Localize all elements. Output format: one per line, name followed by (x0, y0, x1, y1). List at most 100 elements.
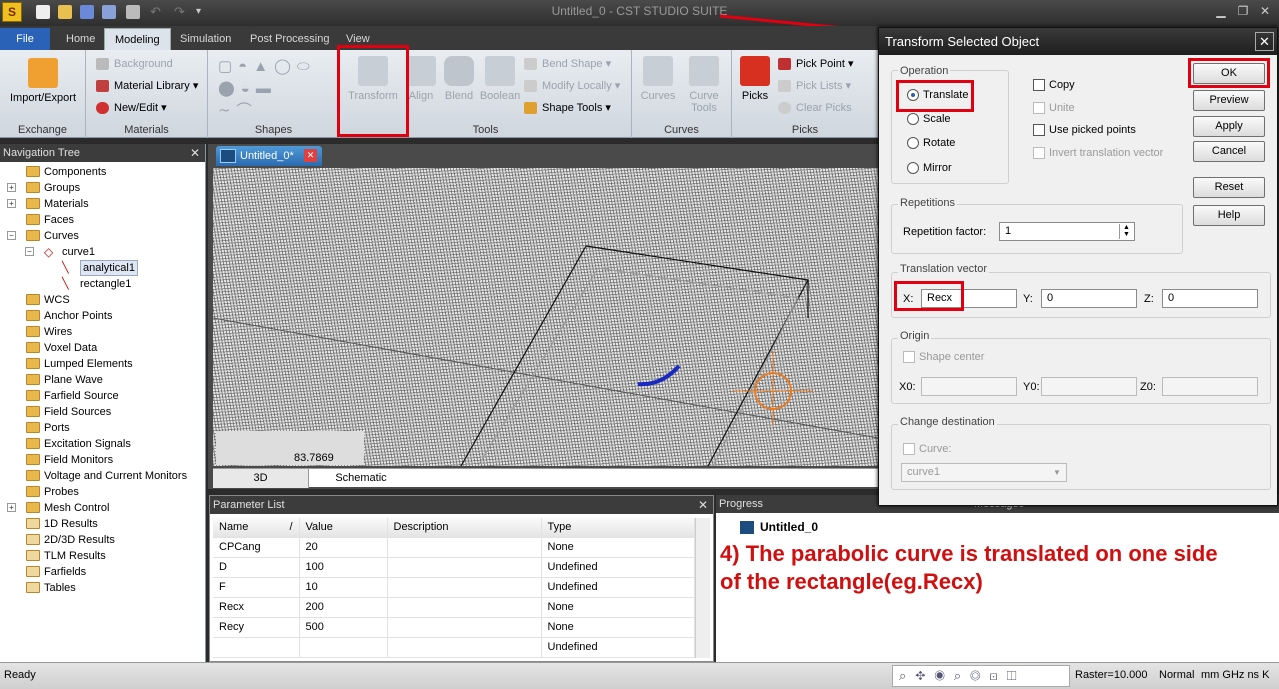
preview-button[interactable]: Preview (1193, 90, 1265, 111)
close-panel-icon[interactable]: ✕ (190, 144, 200, 162)
document-tab[interactable]: Untitled_0* ✕ (216, 146, 322, 166)
param-description[interactable] (387, 637, 542, 658)
import-export-button[interactable]: Import/Export (6, 58, 80, 104)
tab-modeling[interactable]: Modeling (104, 28, 171, 50)
copy-checkbox[interactable] (1033, 79, 1045, 91)
param-type[interactable]: Undefined (541, 557, 695, 578)
curve-tools-button[interactable]: Curve Tools (682, 56, 726, 114)
param-type[interactable]: Undefined (541, 637, 695, 658)
param-name[interactable]: Recy (213, 617, 300, 638)
z-input[interactable]: 0 (1162, 289, 1258, 308)
tab-simulation[interactable]: Simulation (170, 28, 241, 50)
document-icon (220, 149, 236, 163)
table-row[interactable]: F 10 Undefined (213, 577, 695, 598)
param-name[interactable]: Recx (213, 597, 300, 618)
col-name[interactable]: Name / (213, 518, 300, 538)
y-input[interactable]: 0 (1041, 289, 1137, 308)
annotation-text: 4) The parabolic curve is translated on … (720, 541, 1218, 594)
collapse-icon[interactable]: − (7, 231, 16, 240)
radio-mirror[interactable] (907, 162, 919, 174)
tab-post-processing[interactable]: Post Processing (240, 28, 339, 50)
shape-center-checkbox[interactable] (903, 351, 915, 363)
param-value[interactable] (299, 637, 388, 658)
collapse-icon[interactable]: − (25, 247, 34, 256)
param-description[interactable] (387, 557, 542, 578)
expand-icon[interactable]: + (7, 503, 16, 512)
spinner-icon[interactable]: ▲ ▼ (1119, 224, 1133, 239)
param-value[interactable]: 20 (299, 537, 388, 558)
param-value[interactable]: 200 (299, 597, 388, 618)
param-type[interactable]: None (541, 537, 695, 558)
shape-tools-button[interactable]: Shape Tools ▾ (524, 98, 611, 118)
invert-translation-checkbox[interactable] (1033, 147, 1045, 159)
param-type[interactable]: None (541, 597, 695, 618)
modify-locally-button[interactable]: Modify Locally ▾ (524, 76, 620, 96)
use-picked-points-checkbox[interactable] (1033, 124, 1045, 136)
tab-3d[interactable]: 3D (213, 469, 309, 488)
align-button[interactable]: Align (404, 56, 438, 102)
chevron-down-icon[interactable]: ▼ (1050, 465, 1064, 480)
param-name[interactable]: F (213, 577, 300, 598)
pick-lists-button[interactable]: Pick Lists ▾ (778, 76, 851, 96)
close-tab-icon[interactable]: ✕ (304, 149, 317, 162)
param-type[interactable]: Undefined (541, 577, 695, 598)
apply-button[interactable]: Apply (1193, 116, 1265, 137)
tab-schematic[interactable]: Schematic (313, 469, 409, 488)
cancel-button[interactable]: Cancel (1193, 141, 1265, 162)
maximize-icon[interactable]: ❐ (1234, 4, 1252, 20)
col-description[interactable]: Description (387, 518, 542, 538)
table-row[interactable]: Recy 500 None (213, 617, 695, 638)
bend-shape-button[interactable]: Bend Shape ▾ (524, 54, 611, 74)
param-name[interactable] (213, 637, 300, 658)
param-value[interactable]: 10 (299, 577, 388, 598)
background-button[interactable]: Background (96, 54, 173, 74)
view-tools-icons[interactable]: ⌕✥◉⌕◎⊡◫ (892, 665, 1070, 687)
curve-select[interactable]: curve1 (901, 463, 1067, 482)
x0-input[interactable] (921, 377, 1017, 396)
param-description[interactable] (387, 617, 542, 638)
param-scrollbar[interactable] (695, 518, 710, 658)
col-type[interactable]: Type (541, 518, 695, 538)
pick-point-button[interactable]: Pick Point ▾ (778, 54, 854, 74)
boolean-button[interactable]: Boolean (478, 56, 522, 102)
curve-checkbox[interactable] (903, 443, 915, 455)
3d-viewport[interactable] (213, 168, 878, 466)
col-value[interactable]: Value (299, 518, 388, 538)
param-description[interactable] (387, 577, 542, 598)
tree-item-label: Field Sources (44, 406, 112, 418)
shape-primitives-icons[interactable]: ▢◓▲◯⬭ ⬤◒▬ ∼⌒ (218, 56, 330, 119)
repetition-factor-input[interactable]: 1 (999, 222, 1135, 241)
tab-home[interactable]: Home (56, 28, 105, 50)
expand-icon[interactable]: + (7, 199, 16, 208)
close-panel-icon[interactable]: ✕ (698, 496, 708, 514)
unite-checkbox[interactable] (1033, 102, 1045, 114)
table-row[interactable]: Recx 200 None (213, 597, 695, 618)
tab-file[interactable]: File (0, 28, 50, 50)
param-type[interactable]: None (541, 617, 695, 638)
param-value[interactable]: 500 (299, 617, 388, 638)
new-edit-button[interactable]: New/Edit ▾ (96, 98, 167, 118)
material-library-button[interactable]: Material Library ▾ (96, 76, 198, 96)
close-window-icon[interactable]: ✕ (1256, 4, 1274, 20)
param-description[interactable] (387, 537, 542, 558)
radio-rotate[interactable] (907, 137, 919, 149)
y0-input[interactable] (1041, 377, 1137, 396)
z0-input[interactable] (1162, 377, 1258, 396)
help-button[interactable]: Help (1193, 205, 1265, 226)
reset-button[interactable]: Reset (1193, 177, 1265, 198)
minimize-icon[interactable]: ▁ (1212, 4, 1230, 20)
param-name[interactable]: D (213, 557, 300, 578)
param-name[interactable]: CPCang (213, 537, 300, 558)
dialog-close-icon[interactable]: ✕ (1255, 32, 1274, 51)
param-value[interactable]: 100 (299, 557, 388, 578)
table-row[interactable]: D 100 Undefined (213, 557, 695, 578)
table-row[interactable]: Undefined (213, 637, 695, 658)
clear-picks-button[interactable]: Clear Picks (778, 98, 852, 118)
picks-button[interactable]: Picks (736, 56, 774, 102)
expand-icon[interactable]: + (7, 183, 16, 192)
param-description[interactable] (387, 597, 542, 618)
radio-scale[interactable] (907, 113, 919, 125)
blend-button[interactable]: Blend (440, 56, 478, 102)
curves-button[interactable]: Curves (638, 56, 678, 102)
table-row[interactable]: CPCang 20 None (213, 537, 695, 558)
